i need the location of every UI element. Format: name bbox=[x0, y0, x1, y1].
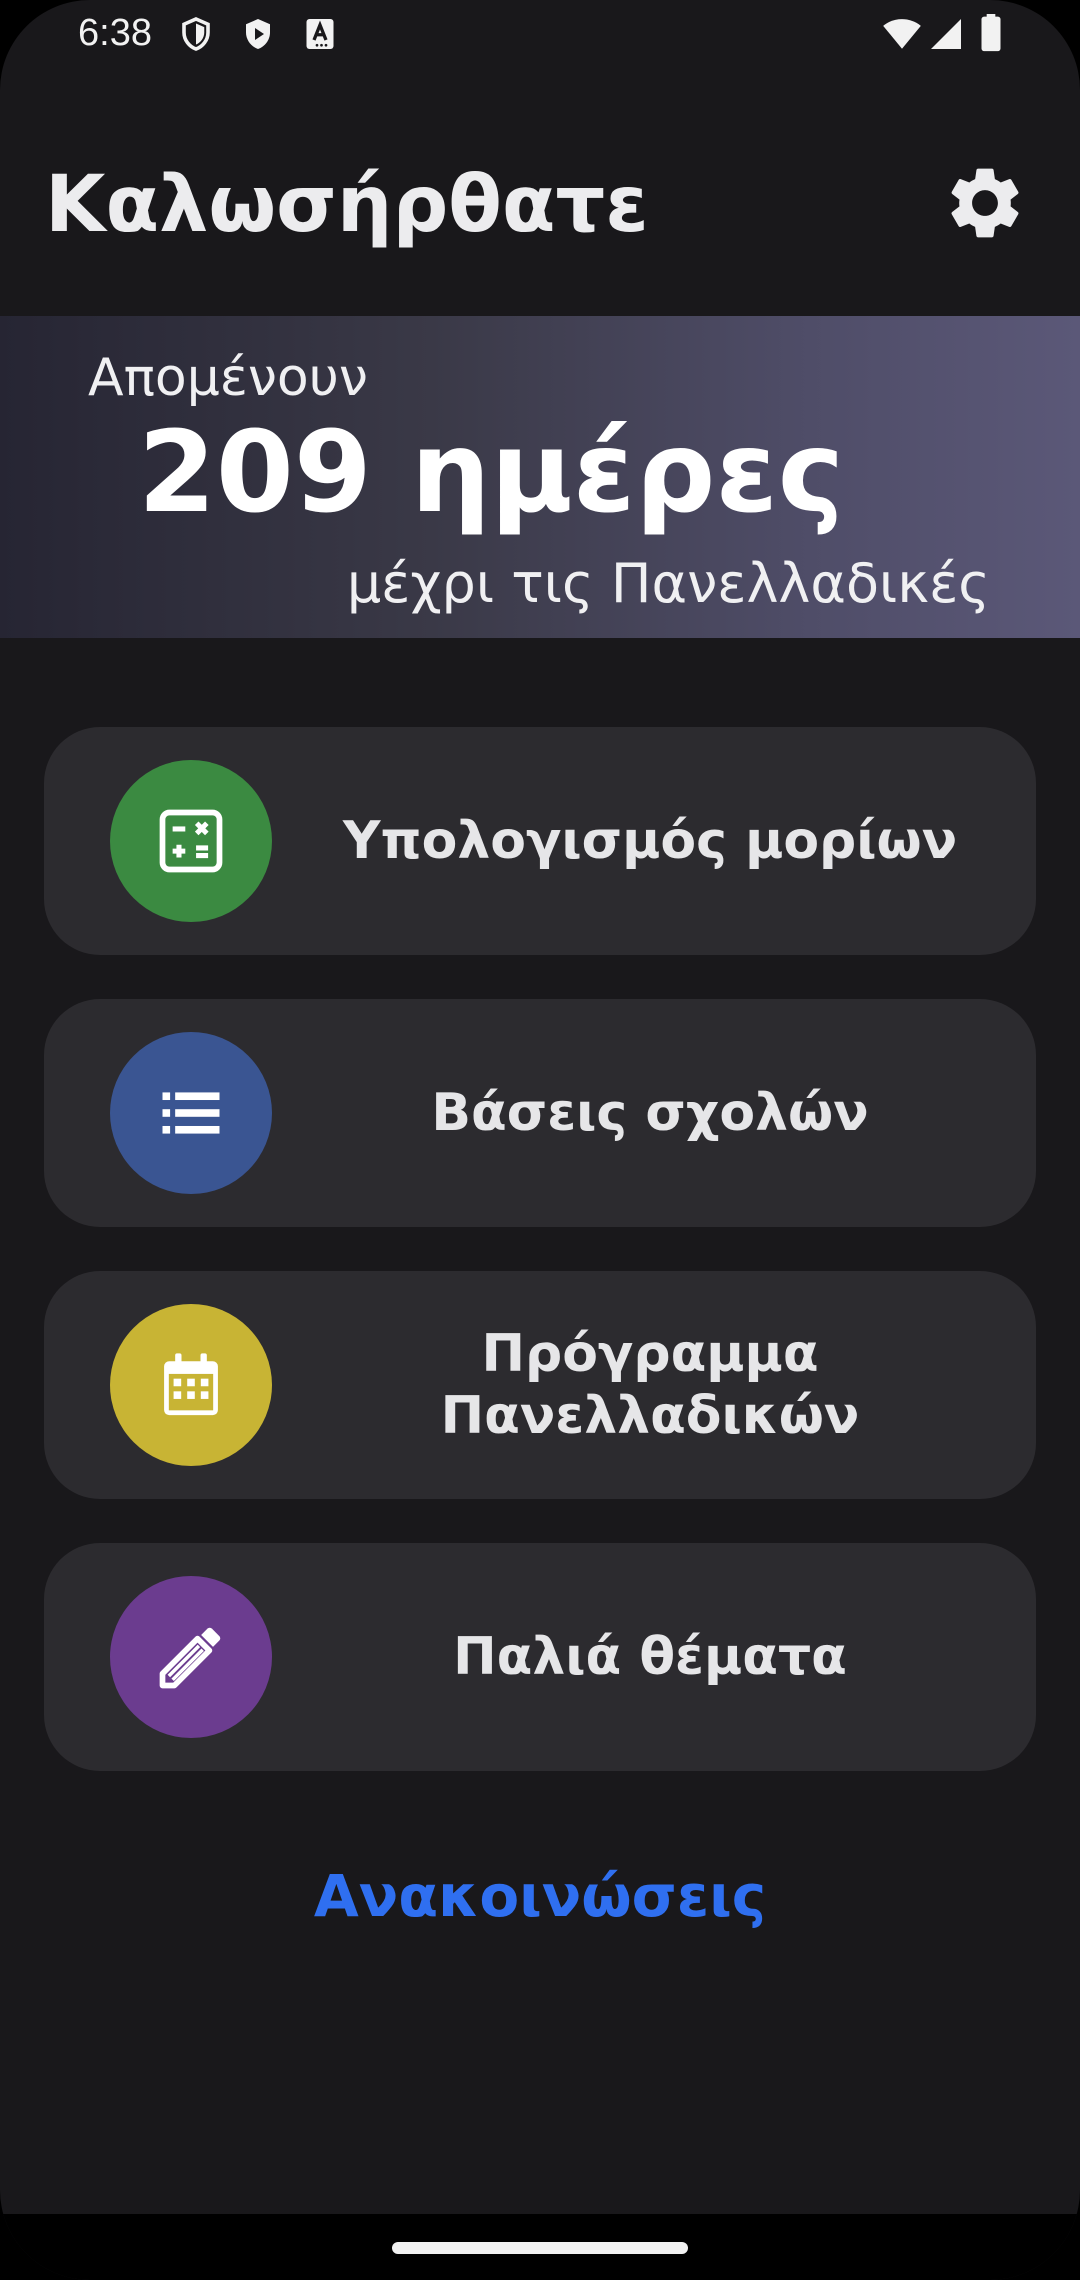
menu-icon-circle bbox=[110, 760, 272, 922]
menu-item-label: Υπολογισμός μορίων bbox=[342, 811, 958, 871]
font-a-icon bbox=[306, 19, 334, 49]
pencil-icon bbox=[159, 1627, 221, 1689]
menu-item-past-exams[interactable]: Παλιά θέματα bbox=[44, 1543, 1036, 1771]
menu-item-label: Πρόγραμμα Πανελλαδικών bbox=[440, 1324, 860, 1446]
announcements-link[interactable]: Ανακοινώσεις bbox=[0, 1862, 1080, 1930]
list-icon bbox=[162, 1092, 220, 1134]
countdown-days: 209 ημέρες bbox=[138, 408, 845, 538]
signal-icon bbox=[931, 19, 961, 49]
wifi-icon bbox=[883, 19, 921, 49]
page-title: Καλωσήρθατε bbox=[45, 160, 649, 250]
navigation-bar bbox=[0, 2214, 1080, 2280]
countdown-until-label: μέχρι τις Πανελλαδικές bbox=[346, 552, 990, 615]
menu-item-label: Βάσεις σχολών bbox=[431, 1083, 869, 1143]
menu-item-points-calculator[interactable]: Υπολογισμός μορίων bbox=[44, 727, 1036, 955]
calculator-icon bbox=[159, 809, 223, 873]
status-bar: 6:38 bbox=[0, 0, 1080, 72]
shield-icon bbox=[182, 17, 210, 51]
status-time: 6:38 bbox=[78, 12, 152, 54]
menu-icon-circle bbox=[110, 1576, 272, 1738]
countdown-banner: Απομένουν 209 ημέρες μέχρι τις Πανελλαδι… bbox=[0, 316, 1080, 638]
home-indicator[interactable] bbox=[392, 2242, 688, 2254]
countdown-remaining-label: Απομένουν bbox=[88, 348, 368, 408]
menu-item-exam-schedule[interactable]: Πρόγραμμα Πανελλαδικών bbox=[44, 1271, 1036, 1499]
battery-icon bbox=[981, 14, 1001, 52]
play-store-icon bbox=[246, 19, 270, 49]
menu-icon-circle bbox=[110, 1032, 272, 1194]
menu-icon-circle bbox=[110, 1304, 272, 1466]
settings-button[interactable] bbox=[942, 160, 1028, 246]
gear-icon bbox=[951, 168, 1019, 238]
app-screen: 6:38 Καλωσήρθατε Απομένουν 209 ημέρες μέ… bbox=[0, 0, 1080, 2280]
menu-item-school-bases[interactable]: Βάσεις σχολών bbox=[44, 999, 1036, 1227]
calendar-icon bbox=[164, 1353, 218, 1416]
menu-item-label: Παλιά θέματα bbox=[453, 1627, 847, 1687]
